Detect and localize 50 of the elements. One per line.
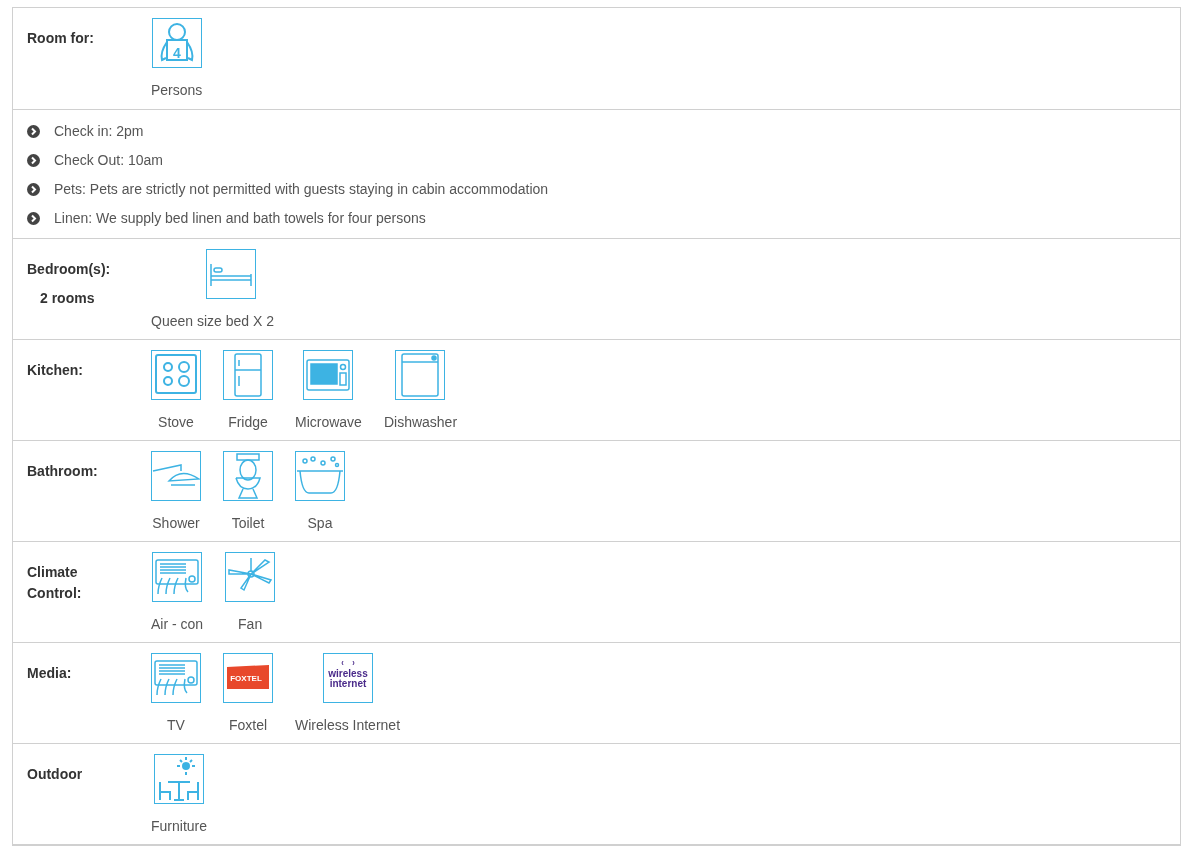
chevron-bullet-icon: [27, 211, 40, 225]
logo-text: FOXTEL: [230, 674, 262, 683]
outdoor-table-icon: [154, 754, 204, 804]
shower-icon: [151, 451, 201, 501]
dishwasher-icon: [395, 350, 446, 400]
info-text: Check Out: 10am: [54, 151, 163, 169]
foxtel-logo: [223, 653, 273, 703]
logo-text: wireless: [327, 668, 368, 679]
amenity-label: Spa: [307, 515, 333, 531]
amenity-label: Furniture: [151, 818, 208, 834]
toilet-icon: [223, 451, 273, 501]
room-count: 2 rooms: [39, 290, 96, 306]
wireless-internet-logo: [322, 653, 373, 703]
amenity-label: Dishwasher: [383, 414, 458, 430]
logo-text: internet: [329, 678, 366, 689]
chevron-bullet-icon: [27, 124, 40, 138]
person-count: 4: [172, 45, 181, 61]
category-label: Bedroom(s):: [27, 260, 112, 279]
amenity-label: Foxtel: [228, 717, 268, 733]
bathtub-icon: [295, 451, 345, 501]
category-label: Kitchen:: [27, 361, 84, 380]
air-conditioner-icon: [151, 653, 201, 703]
category-label: Media:: [27, 664, 73, 683]
amenity-label: Stove: [158, 414, 194, 430]
amenity-label: Fridge: [228, 414, 268, 430]
info-text: Check in: 2pm: [54, 122, 144, 140]
amenity-label: Air - con: [151, 616, 204, 632]
category-label: Outdoor: [27, 765, 84, 784]
microwave-icon: [303, 350, 354, 400]
category-label: Bathroom:: [27, 462, 99, 481]
amenity-label: Queen size bed X 2: [151, 313, 274, 329]
amenity-label: Persons: [151, 82, 203, 98]
fridge-icon: [223, 350, 273, 400]
stove-icon: [151, 350, 201, 400]
category-label: Climate Control:: [27, 563, 83, 603]
amenity-label: Wireless Internet: [295, 717, 401, 733]
info-text: Linen: We supply bed linen and bath towels for four persons: [54, 209, 426, 227]
amenity-label: Shower: [152, 515, 200, 531]
bed-icon: [206, 249, 256, 299]
amenity-label: Fan: [238, 616, 263, 632]
amenity-label: Toilet: [231, 515, 265, 531]
chevron-bullet-icon: [27, 182, 40, 196]
person-icon: [151, 18, 202, 68]
chevron-bullet-icon: [27, 153, 40, 167]
ceiling-fan-icon: [225, 552, 276, 602]
category-label: Room for:: [27, 29, 95, 48]
air-conditioner-icon: [152, 552, 203, 602]
info-text: Pets: Pets are strictly not permitted with guests staying in cabin accommodation: [54, 180, 549, 198]
amenity-label: TV: [167, 717, 185, 733]
amenity-label: Microwave: [295, 414, 362, 430]
